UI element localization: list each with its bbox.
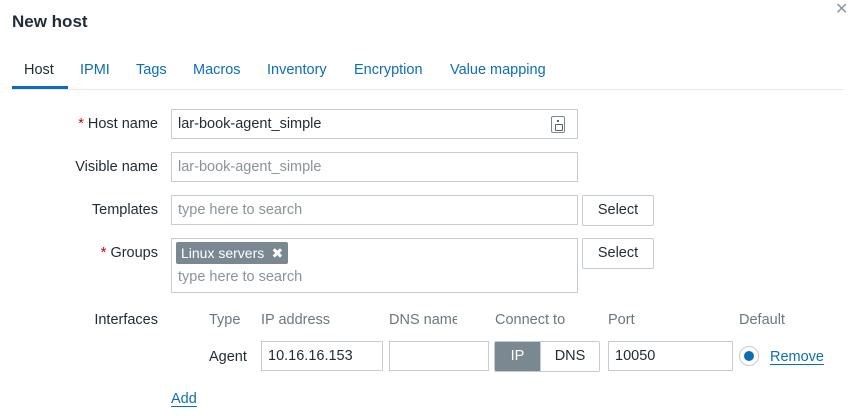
connect-to-toggle: IP DNS	[494, 341, 600, 372]
required-mark: *	[100, 245, 107, 261]
visible-name-label: Visible name	[75, 159, 158, 175]
dialog-title: New host	[12, 12, 88, 31]
tab-macros[interactable]: Macros	[193, 62, 241, 78]
connect-ip-button[interactable]: IP	[495, 342, 540, 371]
required-mark: *	[78, 116, 84, 132]
column-port: Port	[608, 312, 635, 328]
tab-encryption[interactable]: Encryption	[354, 62, 423, 78]
host-name-input[interactable]: lar-book-agent_simple	[171, 109, 578, 139]
host-name-value: lar-book-agent_simple	[178, 116, 322, 132]
default-radio[interactable]	[739, 346, 759, 366]
groups-label: * Groups	[101, 245, 158, 261]
tab-value-mapping[interactable]: Value mapping	[450, 62, 546, 78]
port-input[interactable]: 10050	[608, 341, 733, 371]
active-tab-indicator	[12, 86, 68, 89]
column-type: Type	[209, 312, 241, 328]
templates-select-button[interactable]: Select	[582, 195, 654, 226]
column-connect-to: Connect to	[495, 312, 566, 328]
tab-tags[interactable]: Tags	[136, 62, 167, 78]
groups-select-button[interactable]: Select	[582, 238, 654, 269]
interfaces-label: Interfaces	[94, 312, 158, 328]
visible-name-input[interactable]: lar-book-agent_simple	[171, 152, 578, 182]
remove-interface-link[interactable]: Remove	[770, 349, 824, 365]
column-dns-name: DNS name	[389, 312, 457, 328]
groups-multiselect[interactable]: Linux servers ✖ type here to search	[171, 238, 578, 293]
copy-icon[interactable]	[551, 116, 565, 133]
tab-inventory[interactable]: Inventory	[267, 62, 327, 78]
tab-ipmi[interactable]: IPMI	[80, 62, 110, 78]
groups-search-input[interactable]: type here to search	[178, 269, 302, 285]
connect-dns-button[interactable]: DNS	[540, 342, 599, 371]
add-interface-link[interactable]: Add	[171, 391, 197, 407]
close-icon[interactable]: ✕	[835, 2, 848, 18]
templates-label: Templates	[91, 202, 158, 218]
tab-host[interactable]: Host	[24, 62, 54, 78]
radio-selected-dot	[744, 351, 754, 361]
ip-address-input[interactable]: 10.16.16.153	[261, 341, 383, 371]
column-default: Default	[739, 312, 785, 328]
host-name-label: * Host name	[78, 116, 158, 132]
groups-label-text: Groups	[110, 245, 158, 261]
column-ip-address: IP address	[261, 312, 331, 328]
tab-bar: Host IPMI Tags Macros Inventory Encrypti…	[12, 52, 844, 90]
group-chip-label: Linux servers	[181, 245, 265, 261]
host-name-label-text: Host name	[87, 116, 158, 132]
dns-name-input[interactable]	[389, 341, 489, 371]
remove-chip-icon[interactable]: ✖	[272, 242, 284, 264]
templates-input[interactable]: type here to search	[171, 195, 578, 225]
interface-type: Agent	[209, 349, 247, 365]
group-chip: Linux servers ✖	[176, 242, 289, 264]
